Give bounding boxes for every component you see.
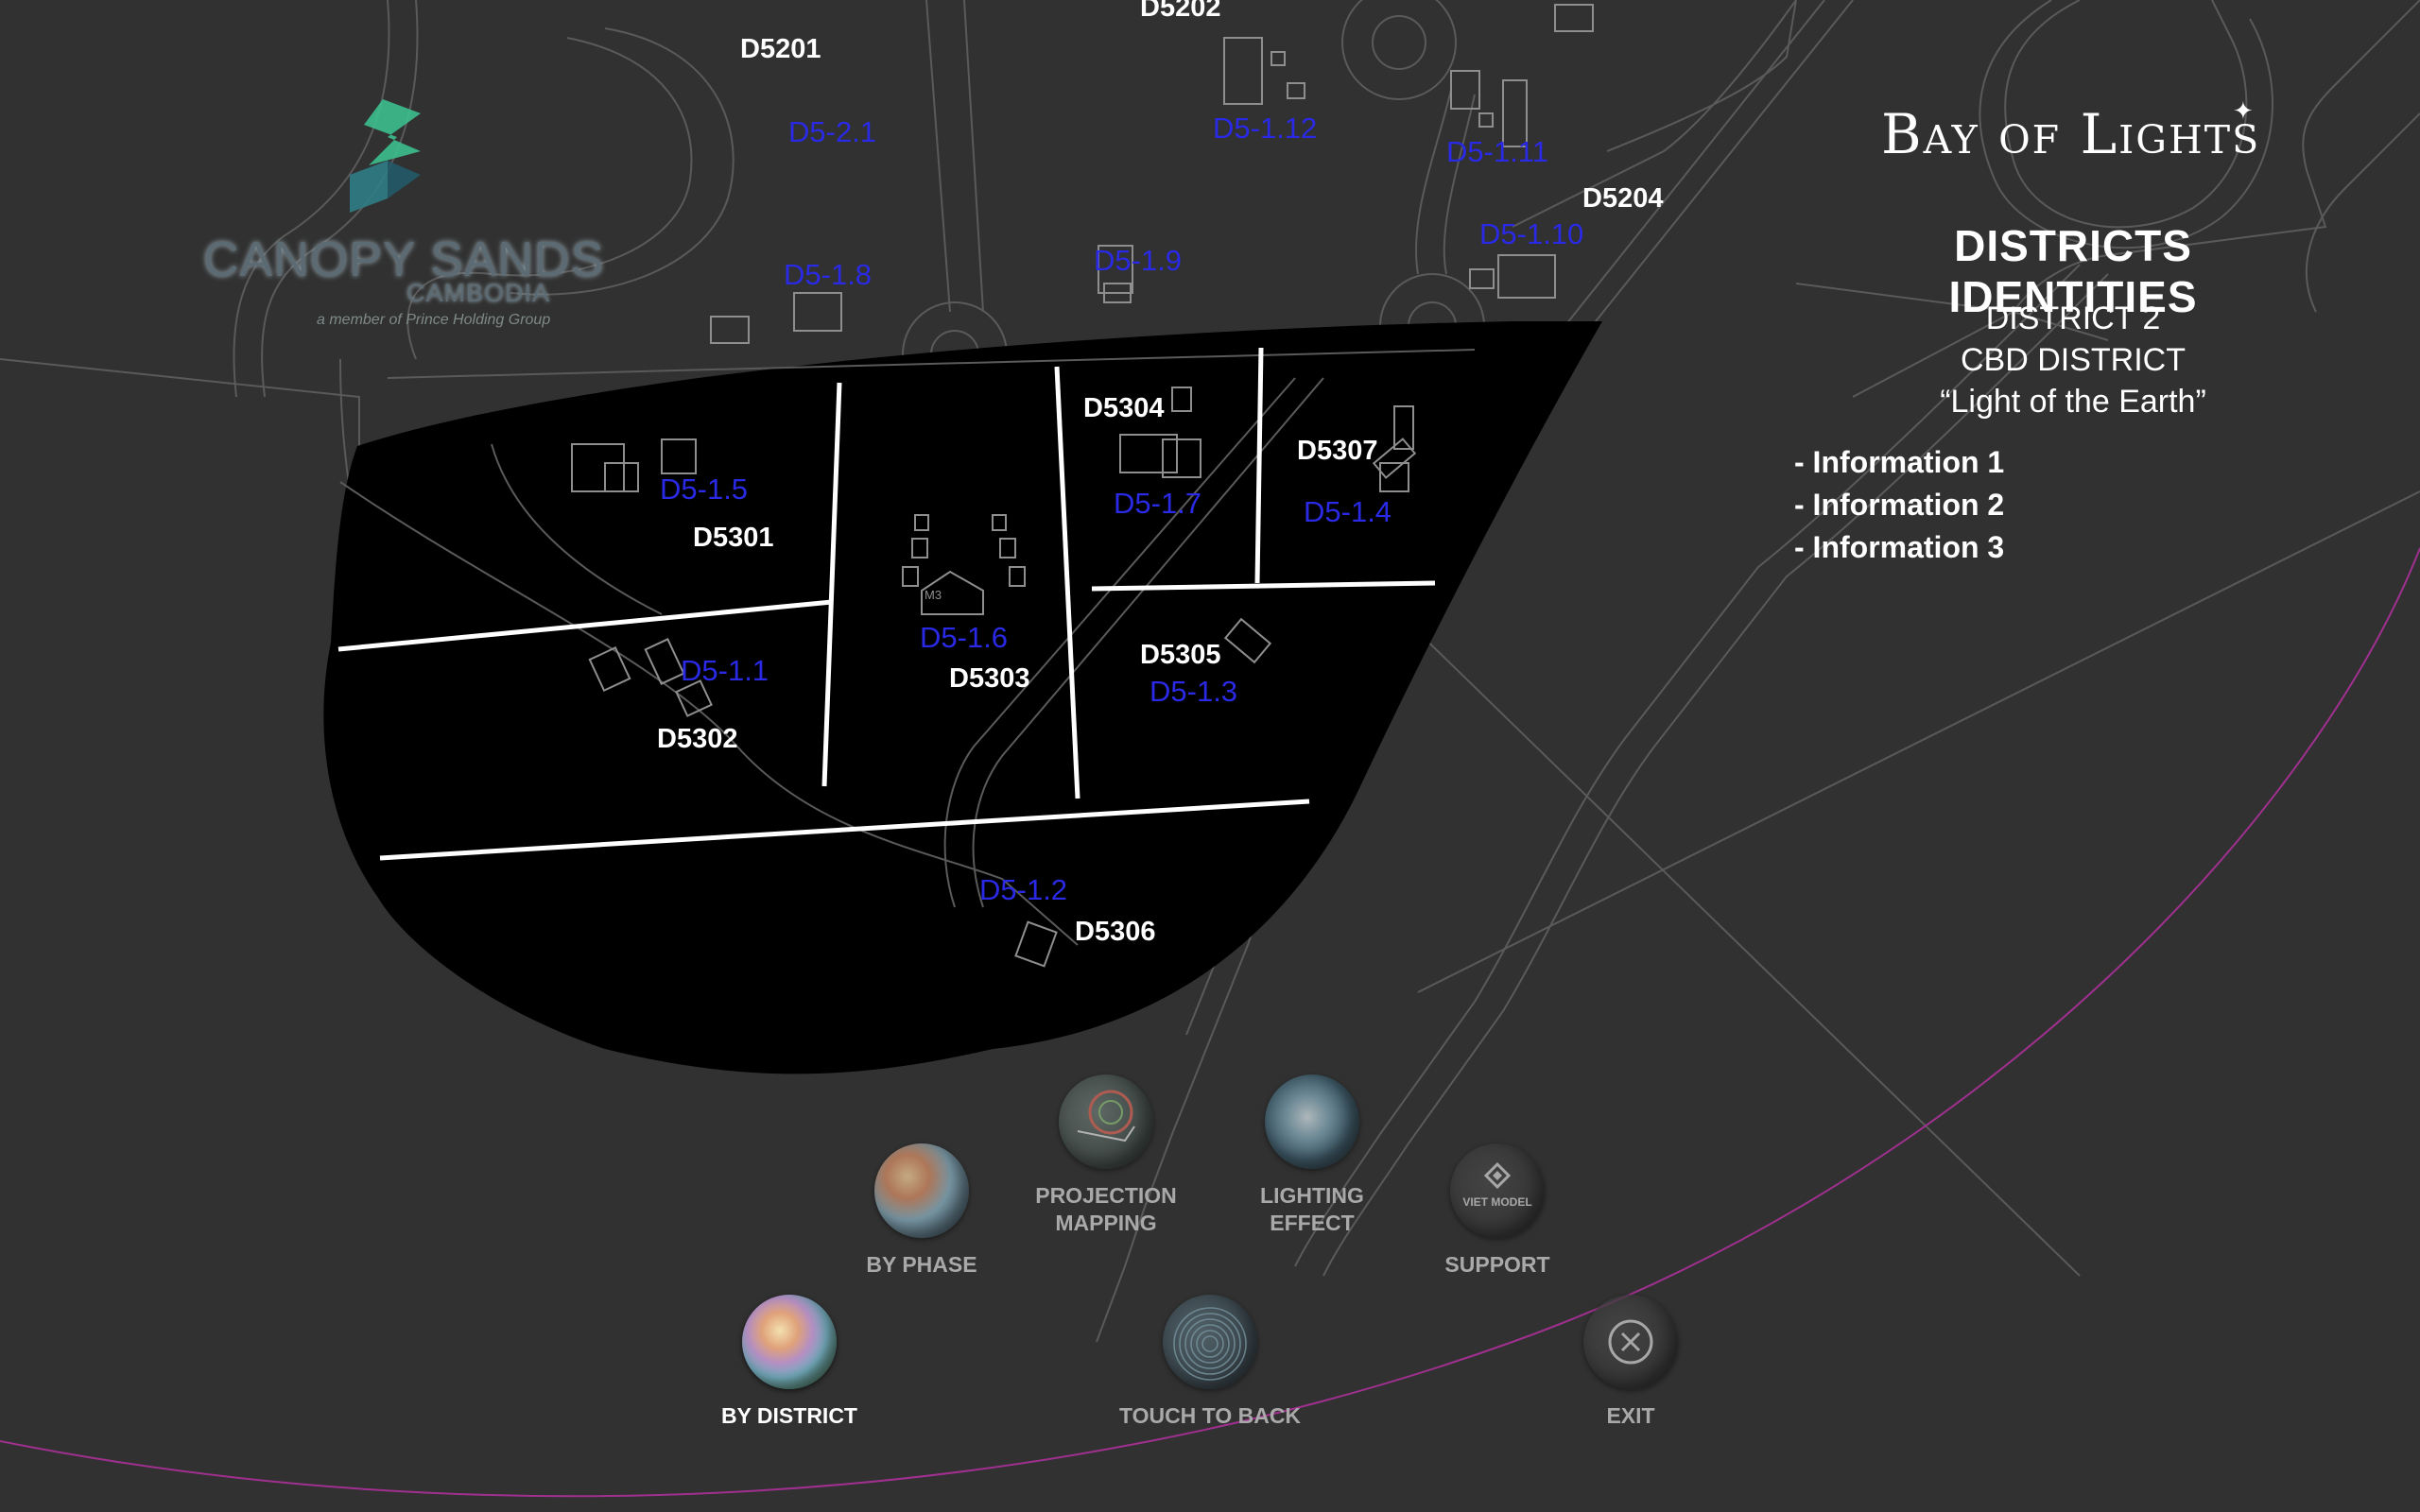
lot-label[interactable]: D5305 (1140, 640, 1220, 670)
canopy-sands-logo: CANOPY SANDS CAMBODIA a member of Prince… (194, 94, 603, 340)
plot-label[interactable]: D5-1.2 (979, 873, 1067, 906)
lighting-effect-label-line: EFFECT (1270, 1211, 1355, 1235)
lot-label[interactable]: D5202 (1140, 0, 1220, 23)
building-tag: M3 (925, 588, 942, 602)
district-number: DISTRICT 2 (1985, 301, 2161, 336)
plot-label[interactable]: D5-1.11 (1446, 135, 1548, 168)
plot-label[interactable]: D5-1.1 (681, 654, 769, 687)
projection-mapping-label: PROJECTION MAPPING (1002, 1182, 1210, 1237)
sparkle-icon: ✦ (2233, 96, 2254, 125)
lot-label[interactable]: D5307 (1297, 436, 1377, 466)
lot-label[interactable]: D5306 (1075, 917, 1155, 947)
projection-mapping-label-line: PROJECTION (1035, 1183, 1177, 1208)
lighting-effect-label: LIGHTING EFFECT (1208, 1182, 1416, 1237)
lot-label[interactable]: D5301 (693, 523, 773, 553)
lot-label[interactable]: D5303 (949, 663, 1029, 694)
plot-label[interactable]: D5-1.10 (1479, 217, 1583, 250)
exit-label: EXIT (1606, 1403, 1655, 1428)
plot-label[interactable]: D5-1.4 (1304, 495, 1392, 528)
by-district-label: BY DISTRICT (721, 1403, 857, 1428)
touch-to-back-button[interactable]: TOUCH TO BACK (1106, 1295, 1314, 1430)
logo-subtitle: CAMBODIA (406, 279, 551, 307)
close-circle-icon (1608, 1319, 1653, 1365)
plot-label[interactable]: D5-1.9 (1094, 244, 1182, 277)
by-district-icon (742, 1295, 837, 1389)
by-phase-button[interactable]: BY PHASE (818, 1143, 1026, 1279)
info-item: - Information 3 (1794, 530, 2005, 564)
plot-label[interactable]: D5-1.5 (660, 472, 748, 506)
logo-tagline: a member of Prince Holding Group (317, 312, 551, 328)
plot-label[interactable]: D5-2.1 (788, 115, 876, 148)
exit-ball (1583, 1295, 1678, 1389)
support-logo-text: VIET MODEL (1462, 1195, 1532, 1209)
touch-to-back-label: TOUCH TO BACK (1118, 1403, 1302, 1428)
plot-label[interactable]: D5-1.6 (920, 621, 1008, 654)
projection-mapping-button[interactable]: PROJECTION MAPPING (1002, 1074, 1210, 1237)
lighting-effect-button[interactable]: LIGHTING EFFECT (1208, 1074, 1416, 1237)
by-district-button[interactable]: BY DISTRICT (685, 1295, 893, 1430)
district-highlight-area[interactable] (323, 321, 1602, 1074)
lighting-effect-label-line: LIGHTING (1260, 1183, 1364, 1208)
support-icon: VIET MODEL (1450, 1143, 1545, 1238)
fingerprint-icon (1163, 1295, 1257, 1389)
logo-mark-icon (350, 99, 421, 213)
info-item: - Information 1 (1794, 445, 2005, 479)
plot-label[interactable]: D5-1.8 (784, 258, 872, 291)
lot-label[interactable]: D5302 (657, 724, 737, 754)
support-button[interactable]: VIET MODEL SUPPORT (1393, 1143, 1601, 1279)
district-motto: “Light of the Earth” (1940, 384, 2206, 420)
lot-label[interactable]: D5201 (740, 34, 821, 64)
projection-mapping-label-line: MAPPING (1055, 1211, 1157, 1235)
district-name: CBD DISTRICT (1961, 342, 2186, 378)
info-item: - Information 2 (1794, 488, 2005, 522)
by-phase-icon (874, 1143, 969, 1238)
bay-of-lights-brand: Bay of Lights (1881, 102, 2261, 166)
lot-label[interactable]: D5204 (1582, 183, 1663, 214)
exit-button[interactable]: EXIT (1527, 1295, 1735, 1430)
lot-label[interactable]: D5304 (1083, 393, 1164, 423)
projection-mapping-icon (1059, 1074, 1153, 1169)
plot-label[interactable]: D5-1.12 (1213, 112, 1317, 145)
by-phase-label: BY PHASE (866, 1252, 977, 1277)
lighting-effect-icon (1265, 1074, 1359, 1169)
plot-label[interactable]: D5-1.7 (1114, 487, 1201, 520)
support-label: SUPPORT (1444, 1252, 1550, 1277)
plot-label[interactable]: D5-1.3 (1150, 675, 1237, 708)
